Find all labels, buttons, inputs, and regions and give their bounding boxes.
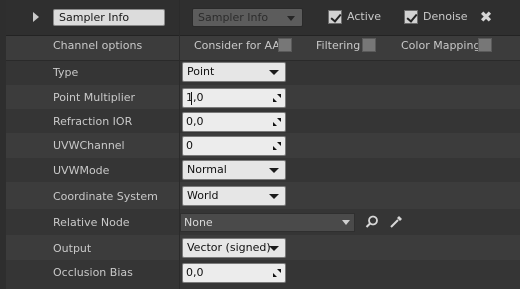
coordinate-system-label: Coordinate System — [53, 190, 158, 203]
consider-aa-checkbox[interactable] — [278, 38, 292, 52]
occlusion-bias-value: 0,0 — [186, 266, 204, 279]
refraction-ior-field[interactable]: 0,0 — [182, 112, 286, 132]
uvw-channel-value: 0 — [186, 139, 193, 152]
close-icon[interactable]: ✖ — [478, 9, 494, 25]
active-label: Active — [347, 10, 382, 23]
color-mapping-label: Color Mapping — [401, 39, 481, 52]
sampler-name-field[interactable]: Sampler Info — [53, 9, 165, 26]
uvw-mode-value: Normal — [187, 163, 227, 176]
magnifier-icon[interactable] — [364, 214, 380, 230]
filtering-checkbox[interactable] — [362, 38, 376, 52]
refraction-ior-label: Refraction IOR — [53, 115, 133, 128]
point-multiplier-label: Point Multiplier — [53, 91, 136, 104]
relative-node-dropdown[interactable]: None — [180, 213, 355, 232]
uvw-mode-dropdown[interactable]: Normal — [182, 160, 286, 180]
relative-node-value: None — [184, 216, 213, 229]
active-checkbox[interactable] — [328, 10, 342, 24]
sampler-type-value: Sampler Info — [198, 11, 269, 24]
denoise-checkbox[interactable] — [404, 10, 418, 24]
occlusion-bias-field[interactable]: 0,0 — [182, 263, 286, 283]
sampler-type-dropdown[interactable]: Sampler Info — [192, 8, 303, 27]
type-value: Point — [187, 65, 215, 78]
resize-arrows-icon[interactable] — [273, 269, 281, 277]
output-dropdown[interactable]: Vector (signed) — [182, 238, 286, 258]
eyedropper-icon[interactable] — [388, 214, 404, 230]
uvw-channel-field[interactable]: 0 — [182, 136, 286, 156]
denoise-label: Denoise — [423, 10, 468, 23]
coordinate-system-dropdown[interactable]: World — [182, 186, 286, 206]
resize-arrows-icon[interactable] — [273, 142, 281, 150]
color-mapping-checkbox[interactable] — [478, 38, 492, 52]
resize-arrows-icon[interactable] — [273, 94, 281, 102]
uvw-channel-label: UVWChannel — [53, 139, 125, 152]
refraction-ior-value: 0,0 — [186, 115, 204, 128]
checkmark-icon — [406, 11, 418, 23]
resize-arrows-icon[interactable] — [273, 118, 281, 126]
expand-arrow-icon[interactable] — [33, 12, 39, 22]
relative-node-label: Relative Node — [53, 216, 130, 229]
type-dropdown[interactable]: Point — [182, 62, 286, 82]
consider-aa-label: Consider for AA — [194, 39, 280, 52]
chevron-down-icon — [269, 168, 279, 173]
chevron-down-icon — [269, 70, 279, 75]
type-label: Type — [53, 66, 79, 79]
checkmark-icon — [330, 11, 342, 23]
chevron-down-icon — [269, 246, 279, 251]
occlusion-bias-label: Occlusion Bias — [53, 266, 133, 279]
coordinate-system-value: World — [187, 189, 219, 202]
output-label: Output — [53, 242, 92, 255]
point-multiplier-value: 1,0 — [186, 91, 204, 104]
chevron-down-icon — [342, 220, 350, 225]
column-divider — [179, 0, 180, 289]
uvw-mode-label: UVWMode — [53, 164, 110, 177]
chevron-down-icon — [269, 194, 279, 199]
point-multiplier-field[interactable]: 1,0 — [182, 88, 286, 108]
channel-options-label: Channel options — [53, 39, 143, 52]
text-cursor — [191, 92, 192, 105]
output-value: Vector (signed) — [187, 241, 271, 254]
chevron-down-icon — [287, 16, 295, 21]
filtering-label: Filtering — [316, 39, 361, 52]
